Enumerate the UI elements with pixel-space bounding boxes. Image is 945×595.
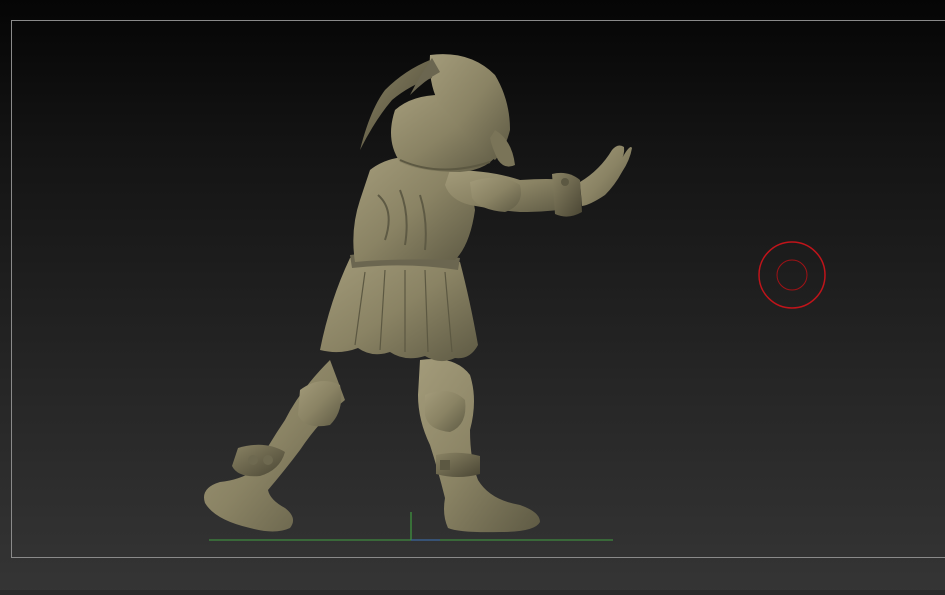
bicep <box>470 177 521 212</box>
ankle-buckle <box>440 460 450 470</box>
bracer-stud <box>561 178 569 186</box>
front-leg <box>418 359 540 533</box>
kilt <box>320 255 478 362</box>
zbrush-app <box>0 0 945 595</box>
bottom-shelf <box>0 590 945 595</box>
hand <box>580 145 632 206</box>
brush-cursor-icon[interactable] <box>758 241 826 309</box>
back-knee <box>298 381 342 427</box>
shin-stud <box>263 455 273 465</box>
shin-stud <box>248 455 258 465</box>
scene-svg <box>204 54 826 541</box>
brush-outer-ring <box>758 241 826 309</box>
brush-inner-ring <box>776 259 808 291</box>
sculpt-model[interactable] <box>204 54 632 533</box>
